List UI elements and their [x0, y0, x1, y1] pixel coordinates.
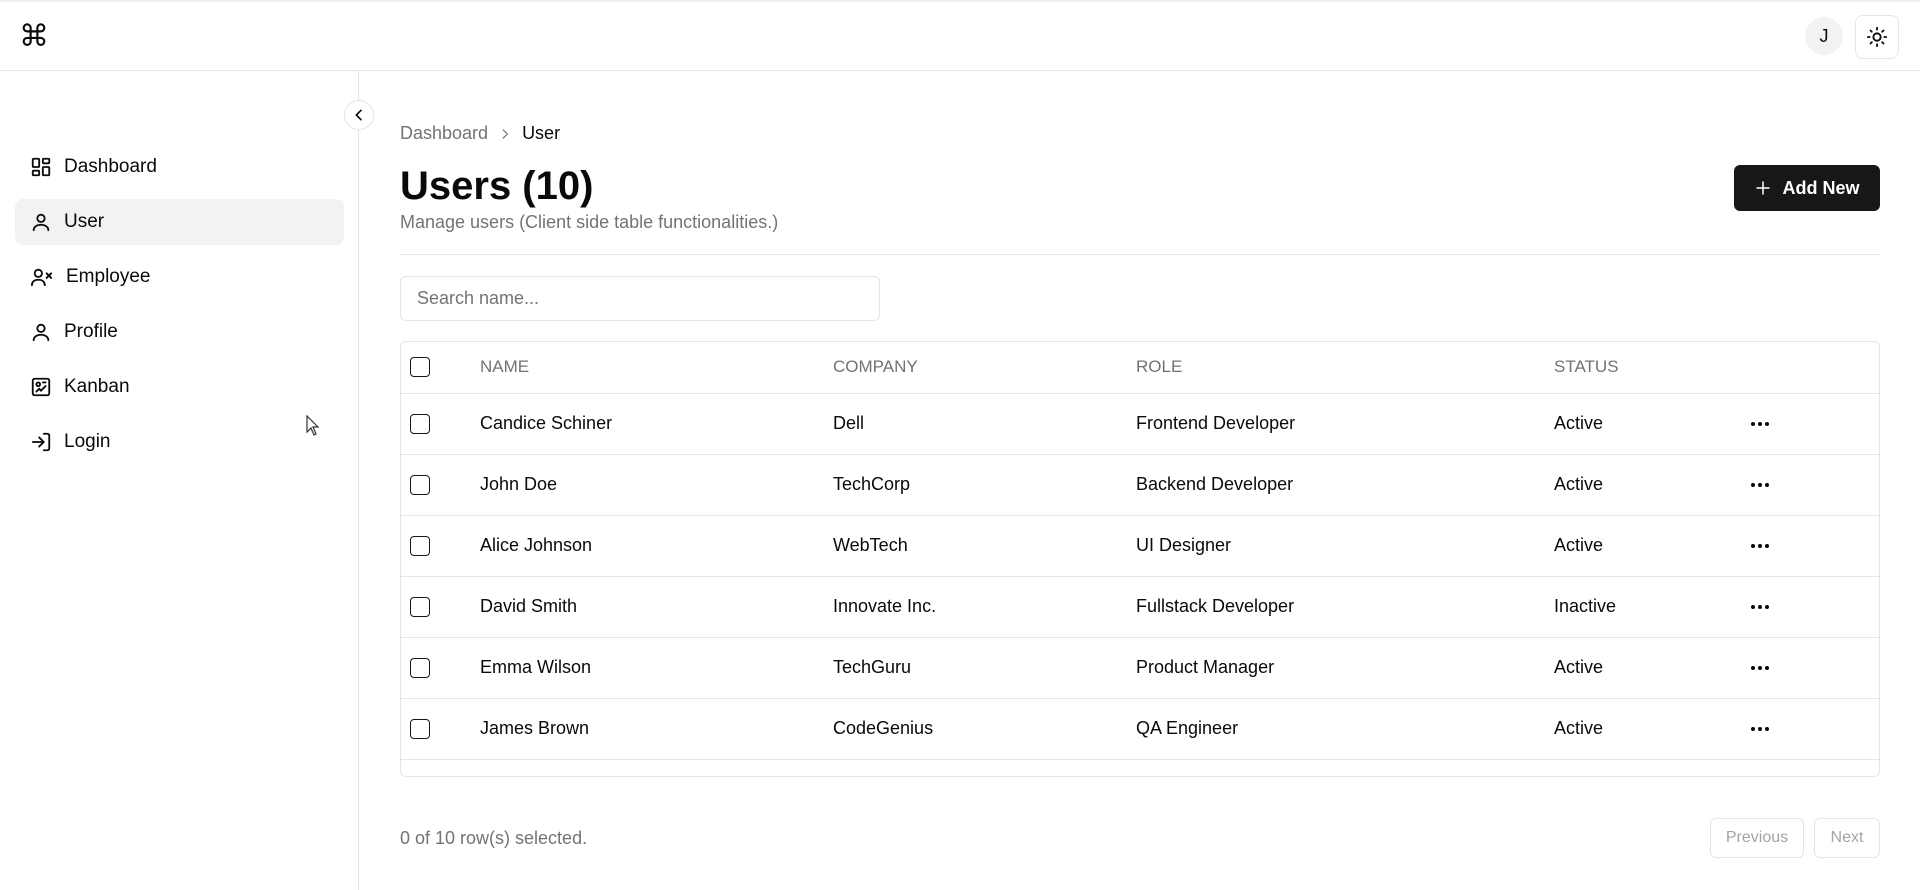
breadcrumb: Dashboard User — [400, 123, 560, 144]
row-checkbox[interactable] — [410, 718, 430, 739]
cell-company: CodeGenius — [833, 718, 934, 738]
table-row: Alice Johnson WebTech UI Designer Active — [401, 515, 1879, 576]
dashboard-icon — [31, 157, 51, 177]
sidebar-item-label: Profile — [64, 321, 118, 342]
sidebar-item-label: User — [64, 211, 105, 232]
page-description: Manage users (Client side table function… — [400, 212, 779, 232]
more-actions-icon[interactable] — [1750, 421, 1879, 427]
table-row: David Smith Innovate Inc. Fullstack Deve… — [401, 576, 1879, 637]
cell-status: Active — [1554, 657, 1604, 677]
cell-name: James Brown — [480, 718, 590, 738]
sidebar-item-profile[interactable]: Profile — [15, 309, 344, 355]
selection-status: 0 of 10 row(s) selected. — [400, 828, 588, 848]
cell-status: Active — [1554, 474, 1604, 494]
cell-role: Backend Developer — [1136, 474, 1294, 494]
sidebar-item-user[interactable]: User — [15, 199, 344, 245]
breadcrumb-item-dashboard[interactable]: Dashboard — [400, 123, 488, 144]
cell-role: Fullstack Developer — [1136, 596, 1295, 616]
select-all-checkbox[interactable] — [410, 357, 430, 378]
cell-name: David Smith — [480, 596, 578, 616]
sidebar-item-employee[interactable]: Employee — [15, 254, 344, 300]
previous-page-button[interactable]: Previous — [1710, 818, 1804, 858]
column-header-role: ROLE — [1136, 357, 1183, 377]
sidebar-item-dashboard[interactable]: Dashboard — [15, 144, 344, 190]
sidebar-item-label: Kanban — [64, 376, 130, 397]
add-new-label: Add New — [1782, 177, 1860, 198]
more-actions-icon[interactable] — [1750, 482, 1879, 488]
user-icon — [32, 213, 50, 232]
plus-icon — [1756, 181, 1771, 195]
cell-role: UI Designer — [1136, 535, 1232, 555]
cell-name: Candice Schiner — [480, 413, 613, 433]
user-x-icon — [31, 268, 53, 287]
sidebar-item-label: Login — [64, 431, 111, 452]
row-checkbox[interactable] — [410, 596, 430, 617]
more-actions-icon[interactable] — [1750, 604, 1879, 610]
table-row: Candice Schiner Dell Frontend Developer … — [401, 393, 1879, 454]
row-checkbox[interactable] — [410, 657, 430, 678]
search-input[interactable] — [400, 276, 880, 321]
cell-company: WebTech — [833, 535, 908, 555]
next-page-button[interactable]: Next — [1814, 818, 1880, 858]
cell-status: Active — [1554, 535, 1604, 555]
breadcrumb-item-current: User — [522, 123, 561, 143]
cell-status: Active — [1554, 718, 1604, 738]
cell-status: Active — [1554, 413, 1604, 433]
chevron-left-icon — [355, 109, 362, 121]
add-new-button[interactable]: Add New — [1734, 165, 1880, 211]
cell-name: Alice Johnson — [480, 535, 593, 555]
column-header-name: NAME — [480, 357, 530, 377]
cell-company: TechGuru — [833, 657, 912, 677]
more-actions-icon[interactable] — [1750, 543, 1879, 549]
sidebar-collapse-button[interactable] — [344, 100, 374, 130]
table-row: Emma Wilson TechGuru Product Manager Act… — [401, 637, 1879, 698]
sidebar-item-label: Employee — [66, 266, 151, 287]
row-checkbox[interactable] — [410, 413, 430, 434]
cell-role: Frontend Developer — [1136, 413, 1296, 433]
sidebar-item-login[interactable]: Login — [15, 419, 344, 465]
sidebar-nav: Dashboard User Employee Profile Kanban L… — [15, 144, 344, 474]
cell-company: Dell — [833, 413, 865, 433]
login-icon — [31, 432, 51, 452]
more-actions-icon[interactable] — [1750, 726, 1879, 732]
cell-role: Product Manager — [1136, 657, 1275, 677]
profile-icon — [32, 323, 50, 342]
chevron-right-icon — [498, 127, 512, 141]
cell-name: John Doe — [480, 474, 558, 494]
cell-status: Inactive — [1554, 596, 1617, 616]
column-header-company: COMPANY — [833, 357, 918, 377]
row-checkbox[interactable] — [410, 474, 430, 495]
users-table: NAME COMPANY ROLE STATUS Candice Schiner… — [400, 341, 1880, 777]
table-row: James Brown CodeGenius QA Engineer Activ… — [401, 698, 1879, 759]
page-title: Users (10) — [400, 164, 594, 208]
sidebar-item-kanban[interactable]: Kanban — [15, 364, 344, 410]
sidebar-item-label: Dashboard — [64, 156, 157, 177]
cell-company: Innovate Inc. — [833, 596, 937, 616]
sun-icon — [1866, 26, 1888, 48]
row-checkbox[interactable] — [410, 535, 430, 556]
more-actions-icon[interactable] — [1750, 665, 1879, 671]
table-row: John Doe TechCorp Backend Developer Acti… — [401, 454, 1879, 515]
header-divider — [400, 254, 1880, 255]
cell-role: QA Engineer — [1136, 718, 1239, 738]
command-logo-icon[interactable]: ⌘ — [19, 21, 51, 53]
table-header-row: NAME COMPANY ROLE STATUS — [401, 342, 1879, 393]
theme-toggle-button[interactable] — [1855, 15, 1899, 59]
mouse-cursor-icon — [306, 414, 320, 442]
user-avatar[interactable]: J — [1805, 17, 1843, 55]
column-header-status: STATUS — [1554, 357, 1619, 377]
cell-name: Emma Wilson — [480, 657, 592, 677]
top-bar: ⌘ J — [0, 0, 1920, 71]
kanban-icon — [31, 377, 51, 397]
cell-company: TechCorp — [833, 474, 911, 494]
